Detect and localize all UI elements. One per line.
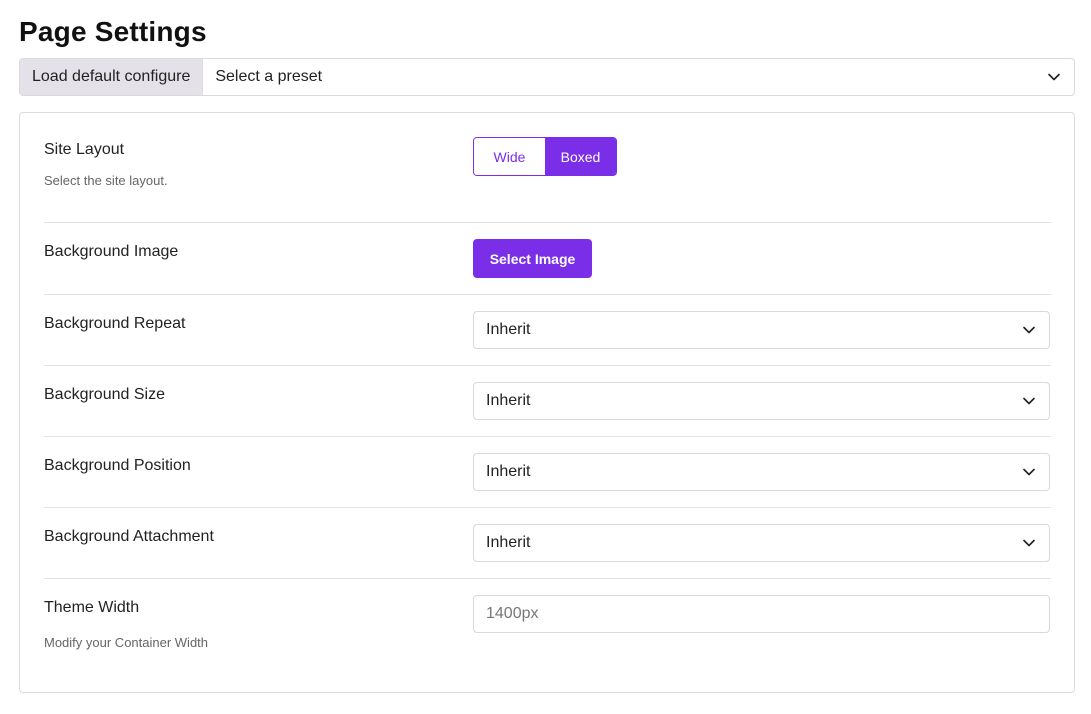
background-size-label: Background Size bbox=[44, 386, 165, 403]
background-size-row: Background Size Inherit bbox=[44, 366, 1051, 437]
chevron-down-icon bbox=[1023, 539, 1035, 547]
wide-option-button[interactable]: Wide bbox=[474, 138, 545, 175]
theme-width-row: Theme Width Modify your Container Width bbox=[44, 579, 1051, 689]
background-position-select[interactable]: Inherit bbox=[473, 453, 1050, 491]
background-image-label: Background Image bbox=[44, 243, 179, 260]
background-attachment-row: Background Attachment Inherit bbox=[44, 508, 1051, 579]
chevron-down-icon bbox=[1023, 397, 1035, 405]
chevron-down-icon bbox=[1023, 326, 1035, 334]
background-attachment-label: Background Attachment bbox=[44, 528, 214, 545]
site-layout-row: Site Layout Select the site layout. Wide… bbox=[44, 113, 1051, 223]
site-layout-label: Site Layout bbox=[44, 141, 125, 158]
site-layout-toggle: Wide Boxed bbox=[473, 137, 617, 176]
background-size-value: Inherit bbox=[486, 392, 531, 409]
preset-select[interactable]: Select a preset bbox=[203, 59, 1074, 95]
chevron-down-icon bbox=[1048, 73, 1060, 81]
background-image-row: Background Image Select Image bbox=[44, 223, 1051, 295]
load-default-configure-label: Load default configure bbox=[20, 59, 204, 95]
background-repeat-row: Background Repeat Inherit bbox=[44, 295, 1051, 366]
chevron-down-icon bbox=[1023, 468, 1035, 476]
site-layout-help: Select the site layout. bbox=[44, 173, 168, 188]
settings-card: Site Layout Select the site layout. Wide… bbox=[19, 112, 1075, 693]
background-attachment-value: Inherit bbox=[486, 534, 531, 551]
background-repeat-select[interactable]: Inherit bbox=[473, 311, 1050, 349]
boxed-option-button[interactable]: Boxed bbox=[545, 138, 616, 175]
theme-width-input[interactable] bbox=[473, 595, 1050, 633]
theme-width-help: Modify your Container Width bbox=[44, 635, 209, 650]
page-title: Page Settings bbox=[19, 16, 207, 47]
background-position-value: Inherit bbox=[486, 463, 531, 480]
background-size-select[interactable]: Inherit bbox=[473, 382, 1050, 420]
select-image-button[interactable]: Select Image bbox=[473, 239, 592, 278]
background-position-row: Background Position Inherit bbox=[44, 437, 1051, 508]
background-repeat-value: Inherit bbox=[486, 321, 531, 338]
preset-bar: Load default configure Select a preset bbox=[19, 58, 1075, 96]
theme-width-label: Theme Width bbox=[44, 599, 140, 616]
background-position-label: Background Position bbox=[44, 457, 191, 474]
preset-select-value: Select a preset bbox=[215, 68, 323, 85]
background-attachment-select[interactable]: Inherit bbox=[473, 524, 1050, 562]
background-repeat-label: Background Repeat bbox=[44, 315, 186, 332]
